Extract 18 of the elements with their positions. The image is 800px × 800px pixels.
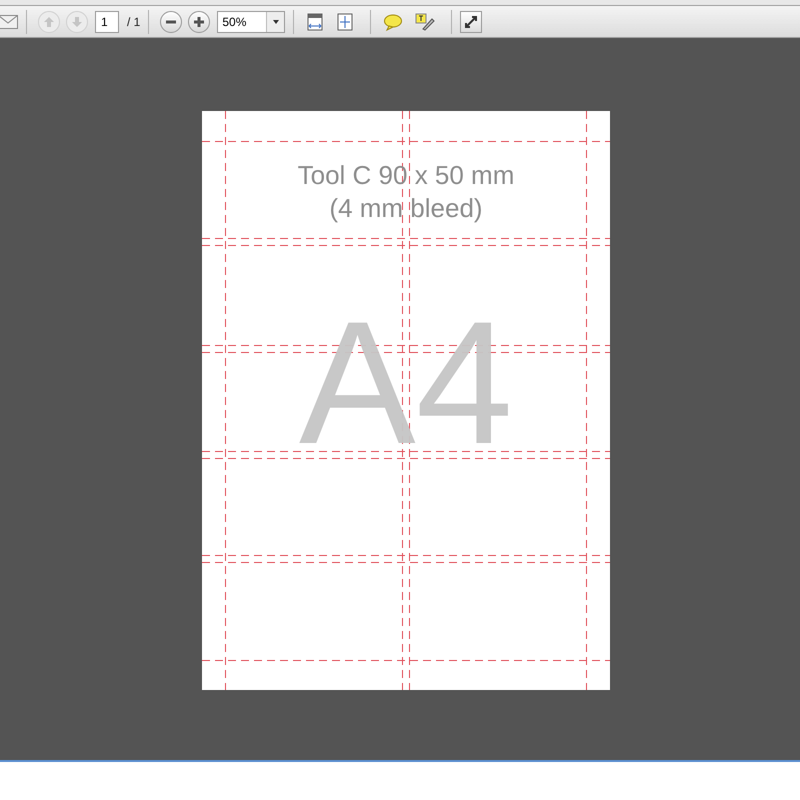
- down-arrow-icon: [71, 16, 83, 28]
- caret-icon: [266, 12, 284, 32]
- comment-icon[interactable]: [383, 12, 404, 30]
- page-title-text: Tool C 90 x 50 mm: [298, 159, 514, 192]
- zoom-out-button[interactable]: [160, 10, 182, 32]
- fit-width-icon[interactable]: [306, 12, 324, 30]
- full-screen-button[interactable]: [460, 10, 482, 32]
- text-edit-icon[interactable]: [415, 12, 436, 30]
- page-number-field[interactable]: 1: [95, 10, 119, 32]
- email-icon[interactable]: [0, 14, 18, 28]
- up-arrow-icon: [43, 16, 55, 28]
- page-count: / 1: [127, 14, 140, 30]
- zoom-dropdown[interactable]: 50%: [217, 10, 286, 32]
- zoom-in-button[interactable]: [188, 10, 210, 32]
- expand-arrows-icon: [464, 14, 478, 28]
- fit-page-icon[interactable]: [336, 12, 354, 30]
- plus-icon: [193, 16, 206, 28]
- page-title-text: (4 mm bleed): [329, 192, 483, 225]
